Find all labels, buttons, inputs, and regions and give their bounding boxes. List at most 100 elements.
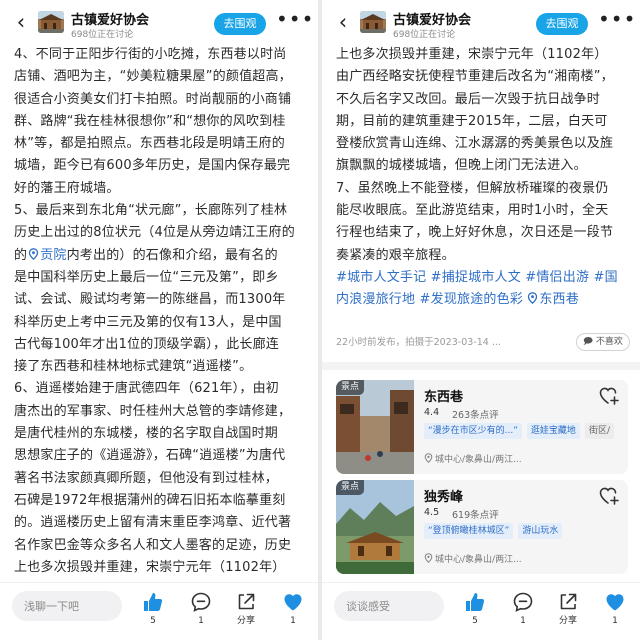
share-button[interactable]: 分享: [231, 591, 261, 633]
comment-input[interactable]: [12, 591, 122, 621]
text-line: 店铺、酒吧为主，“妙美粒糖果屋”的颜值超高，: [14, 69, 292, 85]
text-line: 林”等，都是拍照点。东西巷北段是明靖王府的: [14, 136, 285, 152]
bottom-bar: 5 1 分享 1: [0, 582, 318, 640]
favorite-button[interactable]: 1: [600, 591, 630, 633]
poi-photo: 景点: [336, 380, 414, 474]
thumbs-up-icon: [144, 593, 163, 611]
right-screen: ‹ 古镇爱好协会 698位正在讨论 去围观 ••• 上也多次损毁并重建，宋崇宁元…: [322, 0, 640, 640]
text-line: 上也多次损毁并重建，宋崇宁元年（1102年）: [14, 559, 286, 575]
thumbs-up-icon: [466, 593, 485, 611]
poi-badge: 景点: [336, 480, 364, 495]
follow-button[interactable]: 去围观: [536, 13, 588, 35]
poi-card[interactable]: 景点 独秀峰 4.5 619条点评 “登顶俯瞰桂林城区” 游山玩水 城中心/象鼻山…: [336, 480, 628, 574]
group-name[interactable]: 古镇爱好协会: [393, 9, 471, 28]
poi-name[interactable]: 独秀峰: [424, 486, 463, 505]
section-divider: [322, 362, 640, 370]
comment-button[interactable]: 1: [186, 591, 216, 633]
location-link-gongyuan[interactable]: 贡院: [27, 248, 66, 263]
text-line: 科举历史上考中三元及第的仅有13人，是中国: [14, 314, 282, 330]
hashtag-line[interactable]: #城市人文手记 #捕捉城市人文 #情侣出游 #国: [336, 267, 628, 289]
group-name[interactable]: 古镇爱好协会: [71, 9, 149, 28]
poi-name[interactable]: 东西巷: [424, 386, 463, 405]
share-label: 分享: [558, 616, 577, 626]
text-line: 古代每100年才出1位的顶级学霸），此长廊连: [14, 336, 279, 352]
text-line: 的贡院内考出的）的石像和介绍，最有名的: [14, 245, 306, 267]
comment-count: 1: [198, 616, 204, 626]
location-pin-icon: [528, 292, 538, 305]
favorite-heart-icon: [284, 594, 302, 611]
text-line: 接了东西巷和桂林地标式建筑“逍遥楼”。: [14, 359, 253, 375]
like-count: 5: [472, 616, 478, 626]
poi-rating: 4.4: [424, 407, 440, 418]
text-line: 不久后名字又改回。最后一次毁于抗日战争时: [336, 91, 601, 107]
text-line: 登楼欣赏青山连绵、江水潺潺的秀美景色以及旌: [336, 136, 614, 152]
text-line: 城墙，距今已有600多年历史，是国内保存最完: [14, 158, 291, 174]
comment-count: 1: [520, 616, 526, 626]
location-link-dongxixiang[interactable]: 东西巷: [527, 292, 579, 307]
poi-photo: 景点: [336, 480, 414, 574]
text-line: 上也多次损毁并重建，宋崇宁元年（1102年）: [336, 47, 608, 62]
hashtag-line: 内浪漫旅行地 #发现旅途的色彩 东西巷: [336, 289, 628, 311]
text-line: 的。逍遥楼历史上留有清末重臣李鸿章、近代著: [14, 515, 292, 531]
dislike-label: 不喜欢: [595, 337, 623, 347]
poi-chip: 游山玩水: [518, 523, 563, 539]
text-line: 思想家庄子的《逍遥游》，石碑“逍遥楼”为唐代: [14, 448, 286, 464]
group-avatar[interactable]: [360, 11, 386, 33]
text-fragment: 的: [14, 247, 28, 263]
share-button[interactable]: 分享: [553, 591, 583, 633]
poi-chip: 街区/: [584, 423, 614, 439]
publish-meta: 22小时前发布，拍摄于2023-03-14 ...: [336, 337, 501, 348]
favorite-heart-icon: [606, 594, 624, 611]
note-body-text: 4、不同于正阳步行街的小吃摊，东西巷以时尚 店铺、酒吧为主，“妙美粒糖果屋”的颜…: [14, 44, 306, 579]
comment-input[interactable]: [334, 591, 444, 621]
text-line: 奏紧凑的艰辛旅程。: [336, 247, 455, 263]
share-icon: [560, 593, 577, 610]
poi-rating: 4.5: [424, 507, 440, 518]
hashtag-text[interactable]: 内浪漫旅行地 #发现旅途的色彩: [336, 292, 527, 307]
text-line: 5、最后来到东北角“状元廊”，长廊陈列了桂林: [14, 203, 288, 219]
text-line: 4、不同于正阳步行街的小吃摊，东西巷以时尚: [14, 47, 287, 62]
more-icon[interactable]: •••: [276, 9, 313, 33]
heart-add-icon[interactable]: [598, 385, 620, 407]
heart-add-icon[interactable]: [598, 485, 620, 507]
text-line: 由广西经略安抚使程节重建后改名为“湘南楼”，: [336, 69, 614, 85]
location-pin-icon: [424, 553, 433, 563]
follow-button[interactable]: 去围观: [214, 13, 266, 35]
comment-button[interactable]: 1: [508, 591, 538, 633]
dislike-icon: 🗩: [583, 337, 594, 347]
text-line: 是唐代桂州的东城楼，楼的名字取自战国时期: [14, 426, 279, 442]
share-label: 分享: [236, 616, 255, 626]
favorite-button[interactable]: 1: [278, 591, 308, 633]
text-line: 群、路牌“我在桂林很想你”和“想你的风吹到桂: [14, 113, 286, 129]
text-line: 6、逍遥楼始建于唐武德四年（621年），由初: [14, 381, 279, 397]
back-arrow-icon[interactable]: ‹: [12, 11, 30, 33]
dislike-button[interactable]: 🗩 不喜欢: [576, 333, 630, 351]
bottom-bar: 5 1 分享 1: [322, 582, 640, 640]
text-line: 能尽收眼底。至此游览结束，用时1小时，全天: [336, 203, 609, 219]
more-icon[interactable]: •••: [598, 9, 635, 33]
poi-chips: “登顶俯瞰桂林城区” 游山玩水: [424, 523, 624, 539]
poi-address: 城中心/象鼻山/两江...: [424, 452, 522, 465]
poi-chip: 逛娃宝藏地: [526, 423, 580, 439]
top-bar: ‹ 古镇爱好协会 698位正在讨论 去围观 •••: [0, 0, 318, 44]
location-pin-icon: [424, 453, 433, 463]
left-screen: ‹ 古镇爱好协会 698位正在讨论 去围观 ••• 4、不同于正阳步行街的小吃摊…: [0, 0, 318, 640]
poi-chip: “登顶俯瞰桂林城区”: [424, 523, 514, 539]
group-avatar[interactable]: [38, 11, 64, 33]
poi-review-count: 263条点评: [452, 410, 499, 421]
like-button[interactable]: 5: [138, 591, 168, 633]
text-line: 历史上出过的8位状元（4位是从旁边靖江王府的: [14, 225, 295, 241]
text-line: 期，目前的建筑重建于2015年，二层，白天可: [336, 113, 608, 129]
group-discussion-count: 698位正在讨论: [71, 30, 134, 40]
note-body-text: 上也多次损毁并重建，宋崇宁元年（1102年） 由广西经略安抚使程节重建后改名为“…: [336, 44, 628, 312]
text-line: 是中国科举历史上最后一位“三元及第”，即乡: [14, 269, 279, 285]
text-line: 试、会试、殿试均考第一的陈继昌，而1300年: [14, 292, 286, 308]
text-line: 唐杰出的军事家、时任桂州大总管的李靖修建，: [14, 403, 292, 419]
group-discussion-count: 698位正在讨论: [393, 30, 456, 40]
poi-card[interactable]: 景点 东西巷 4.4 263条点评 “漫步在市区少有的...” 逛娃宝藏地 街区/ …: [336, 380, 628, 474]
top-bar: ‹ 古镇爱好协会 698位正在讨论 去围观 •••: [322, 0, 640, 44]
like-button[interactable]: 5: [460, 591, 490, 633]
comment-icon: [513, 592, 533, 612]
text-line: 7、虽然晚上不能登楼，但解放桥璀璨的夜景仍: [336, 180, 609, 196]
back-arrow-icon[interactable]: ‹: [334, 11, 352, 33]
